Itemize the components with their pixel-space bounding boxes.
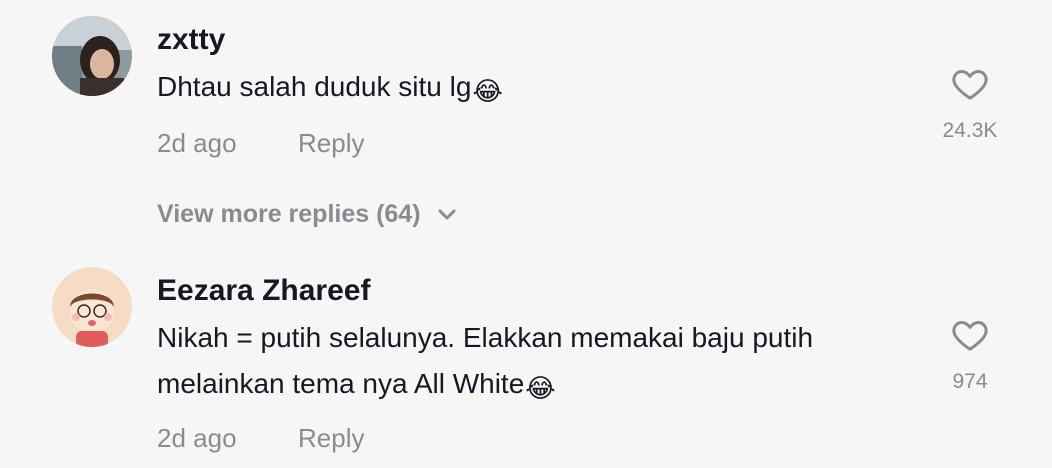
laughing-tears-emoji: 😂 bbox=[525, 373, 556, 403]
comment-text-body: Dhtau salah duduk situ lg bbox=[157, 71, 472, 102]
comment-text-line: Nikah = putih selalunya. Elakkan memakai… bbox=[157, 322, 814, 353]
like-count: 974 bbox=[952, 370, 988, 393]
reply-button[interactable]: Reply bbox=[298, 127, 364, 159]
heart-outline-icon[interactable] bbox=[950, 315, 990, 355]
heart-outline-icon[interactable] bbox=[950, 64, 990, 104]
like-count: 24.3K bbox=[942, 119, 998, 142]
reply-button[interactable]: Reply bbox=[298, 422, 364, 454]
avatar[interactable] bbox=[52, 16, 132, 96]
view-more-replies-button[interactable]: View more replies (64) bbox=[157, 198, 457, 230]
comment-text: Dhtau salah duduk situ lg😂 bbox=[157, 64, 937, 114]
comment-text-line: melainkan tema nya All White bbox=[157, 368, 525, 399]
comment-timestamp: 2d ago bbox=[157, 423, 237, 453]
view-more-replies-label: View more replies (64) bbox=[157, 200, 421, 228]
comment-timestamp: 2d ago bbox=[157, 128, 237, 158]
avatar[interactable] bbox=[52, 267, 132, 347]
comment-username[interactable]: Eezara Zhareef bbox=[157, 273, 370, 309]
comment-username[interactable]: zxtty bbox=[157, 22, 225, 58]
comment-text: Nikah = putih selalunya. Elakkan memakai… bbox=[157, 315, 937, 411]
chevron-down-icon bbox=[438, 209, 456, 220]
laughing-tears-emoji: 😂 bbox=[472, 76, 503, 106]
